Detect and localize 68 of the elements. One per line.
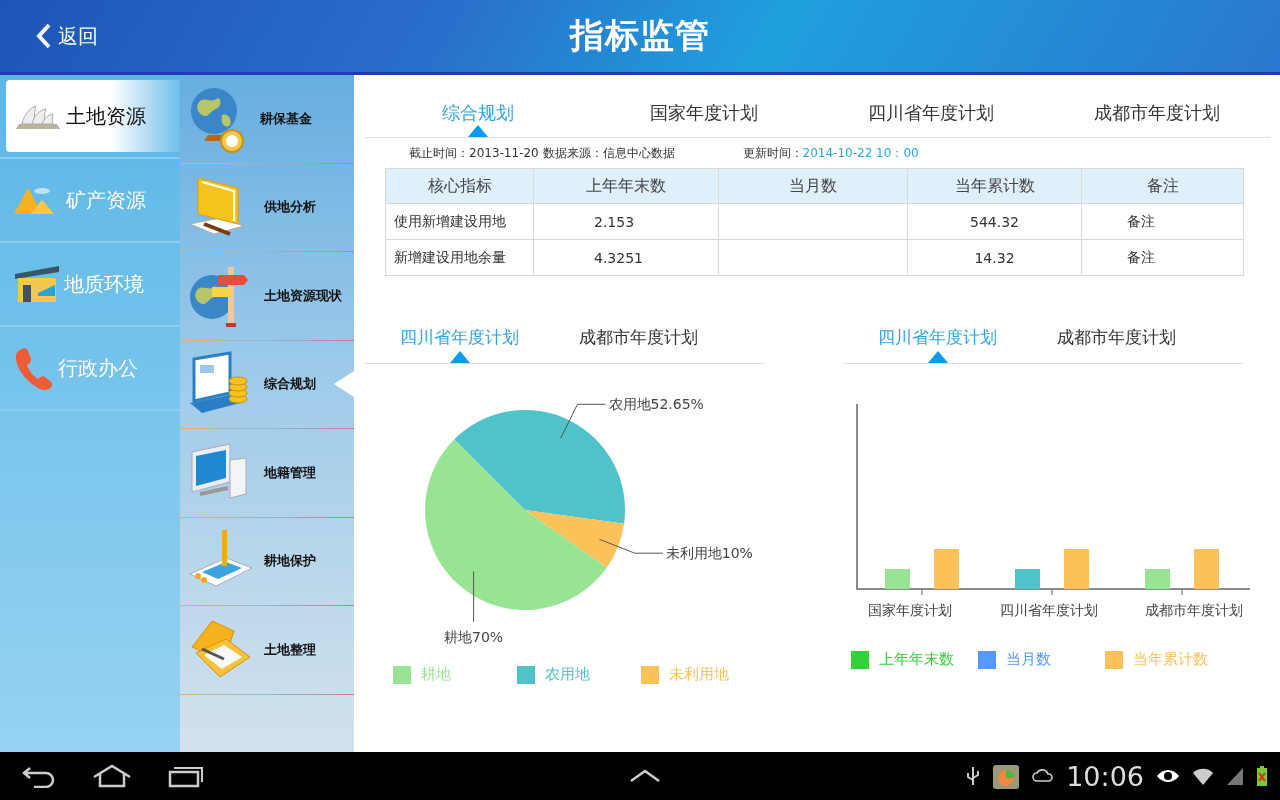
column-header: 核心指标 — [385, 168, 534, 204]
phone-icon — [14, 346, 54, 390]
eye-icon — [1156, 768, 1180, 784]
usb-icon — [966, 765, 981, 787]
selected-triangle-icon — [468, 125, 489, 137]
back-icon[interactable] — [22, 764, 56, 788]
chevron-up-icon[interactable] — [629, 769, 662, 783]
leader-line — [560, 403, 606, 439]
tab[interactable]: 成都市年度计划 — [579, 326, 698, 363]
data-label: 农用地52.65% — [608, 396, 704, 413]
home-icon[interactable] — [92, 764, 132, 788]
table-cell: 使用新增建设用地 — [394, 212, 506, 229]
battery-icon — [1256, 765, 1268, 787]
back-button[interactable]: 返回 — [30, 18, 104, 54]
leader-line — [473, 570, 475, 623]
bar — [885, 569, 910, 589]
chevron-left-icon — [36, 22, 52, 50]
signal-icon — [1226, 766, 1244, 786]
bar — [1015, 569, 1040, 589]
table-cell: 2.153 — [594, 213, 635, 230]
update-time-label: 更新时间： — [742, 146, 803, 160]
legend-label: 当年累计数 — [1133, 650, 1208, 669]
nav-item[interactable]: 土地资源 — [6, 80, 180, 152]
legend-label: 耕地 — [421, 665, 451, 684]
bar — [1194, 549, 1219, 589]
update-time-value: 2014-10-22 10：00 — [802, 146, 919, 160]
table-cell: 备注 — [1127, 248, 1155, 265]
app-notification-icon — [992, 762, 1021, 790]
table-cell: 新增建设用地余量 — [394, 248, 506, 265]
tab[interactable]: 成都市年度计划 — [1043, 93, 1270, 137]
leader-line — [599, 538, 664, 554]
subnav-item[interactable]: 耕保基金 — [180, 75, 354, 164]
house-icon — [14, 265, 60, 303]
column-header: 当月数 — [718, 168, 908, 204]
data-label: 未利用地10% — [665, 545, 753, 562]
axis-label: 成都市年度计划 — [1145, 602, 1243, 620]
table-cell: 544.32 — [970, 213, 1019, 230]
legend-label: 农用地 — [545, 665, 590, 684]
recent-apps-icon[interactable] — [168, 764, 204, 788]
tab[interactable]: 国家年度计划 — [591, 93, 818, 137]
subnav-item[interactable]: 供地分析 — [180, 163, 354, 252]
legend-label: 未利用地 — [669, 665, 729, 684]
cloud-icon — [1032, 769, 1055, 783]
table-cell: 14.32 — [974, 249, 1015, 266]
data-label: 耕地70% — [444, 629, 504, 645]
legend-label: 上年年末数 — [879, 650, 954, 669]
selected-triangle-icon — [927, 351, 948, 363]
subnav-item[interactable]: 土地资源现状 — [180, 252, 354, 341]
tab[interactable]: 四川省年度计划 — [817, 93, 1044, 137]
subnav-item[interactable]: 耕地保护 — [180, 517, 354, 606]
subnav-item[interactable]: 土地整理 — [180, 606, 354, 695]
legend-label: 当月数 — [1006, 650, 1051, 669]
axis-label: 四川省年度计划 — [999, 602, 1098, 620]
bar — [1064, 549, 1089, 589]
clock-time: 10:06 — [1066, 760, 1144, 792]
selected-triangle-icon — [449, 351, 470, 363]
bar — [1145, 569, 1170, 589]
axis-label: 国家年度计划 — [868, 602, 952, 620]
table-cell: 备注 — [1127, 212, 1155, 229]
bar — [934, 549, 959, 589]
table-cell: 4.3251 — [594, 249, 643, 266]
column-header: 备注 — [1081, 168, 1244, 204]
subnav-item[interactable]: 地籍管理 — [180, 429, 354, 518]
data-source-text: 截止时间：2013-11-20 数据来源：信息中心数据 — [409, 145, 675, 162]
column-header: 当年累计数 — [907, 168, 1082, 204]
page-title: 指标监管 — [570, 14, 710, 57]
tab[interactable]: 成都市年度计划 — [1057, 326, 1176, 363]
column-header: 上年年末数 — [533, 168, 719, 204]
